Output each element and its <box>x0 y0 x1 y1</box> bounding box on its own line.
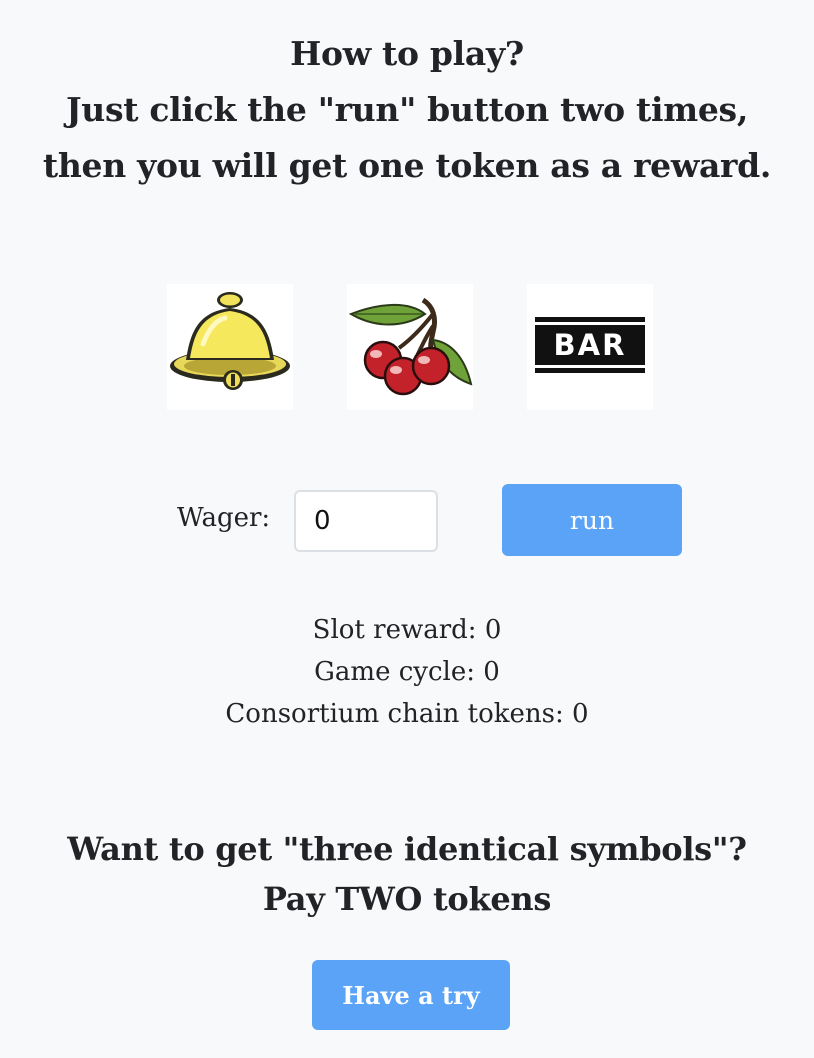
slot-reward: Slot reward: 0 <box>0 609 814 651</box>
reel-3: BAR <box>527 284 653 410</box>
instructions-line-2: then you will get one token as a reward. <box>42 146 772 185</box>
offer-question: Want to get "three identical symbols"? <box>67 830 747 868</box>
consortium-tokens: Consortium chain tokens: 0 <box>0 693 814 735</box>
wager-label: Wager: <box>177 503 271 533</box>
consortium-tokens-value: 0 <box>572 699 589 729</box>
wager-input[interactable] <box>294 490 438 552</box>
instructions-title: How to play? <box>290 34 524 73</box>
instructions: How to play? Just click the "run" button… <box>0 26 814 194</box>
reel-2 <box>347 284 473 410</box>
game-cycle: Game cycle: 0 <box>0 651 814 693</box>
game-cycle-value: 0 <box>483 657 500 687</box>
offer: Want to get "three identical symbols"? P… <box>0 824 814 924</box>
bar-icon: BAR <box>535 317 645 373</box>
slot-reward-label: Slot reward: <box>312 615 477 645</box>
have-a-try-button[interactable]: Have a try <box>312 960 510 1030</box>
stats-panel: Slot reward: 0 Game cycle: 0 Consortium … <box>0 609 814 735</box>
instructions-line-1: Just click the "run" button two times, <box>65 90 749 129</box>
offer-price: Pay TWO tokens <box>262 880 552 918</box>
run-button[interactable]: run <box>502 484 682 556</box>
game-cycle-label: Game cycle: <box>314 657 476 687</box>
bar-icon-label: BAR <box>554 328 627 362</box>
consortium-tokens-label: Consortium chain tokens: <box>225 699 564 729</box>
reel-1 <box>167 284 293 410</box>
slot-reward-value: 0 <box>484 615 502 645</box>
slot-reels: BAR <box>167 284 655 410</box>
cherry-icon <box>348 297 473 396</box>
bell-icon <box>170 292 290 390</box>
